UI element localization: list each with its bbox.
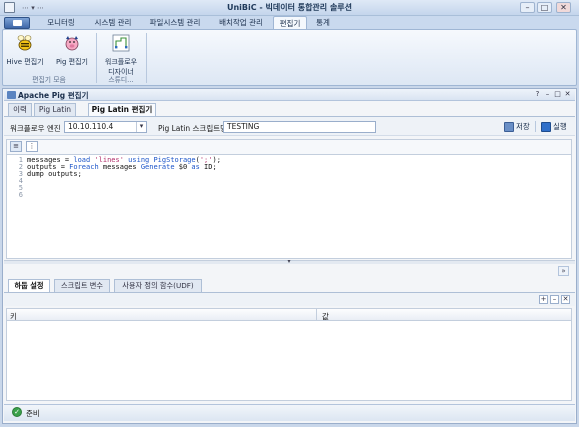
tab-statistics[interactable]: 통계 — [310, 16, 336, 30]
column-divider[interactable] — [316, 309, 317, 320]
tab-history[interactable]: 이력 — [8, 103, 32, 116]
save-label: 저장 — [516, 122, 530, 131]
code-line[interactable]: dump outputs; — [27, 171, 221, 178]
tab-pig-latin-editor[interactable]: Pig Latin 편집기 — [88, 103, 156, 116]
document-header — [4, 89, 575, 101]
add-row-button[interactable]: + — [539, 295, 548, 304]
tab-pig-latin[interactable]: Pig Latin — [34, 103, 76, 116]
collapse-panel-icon[interactable]: » — [558, 266, 569, 276]
code-text: messages — [98, 163, 141, 171]
tab-udf[interactable]: 사용자 정의 함수(UDF) — [114, 279, 202, 292]
tab-filesystem-management[interactable]: 파일시스템 관리 — [142, 16, 208, 30]
remove-row-button[interactable]: – — [550, 295, 559, 304]
chevron-down-icon[interactable]: ▾ — [136, 122, 146, 132]
grid-header — [6, 308, 572, 321]
toolbar-separator — [535, 121, 536, 132]
editor-toolbar — [6, 139, 572, 154]
line-numbers-icon[interactable]: ⋮ — [26, 141, 38, 152]
maximize-button[interactable]: □ — [537, 2, 552, 13]
script-name-label: Pig Latin 스크립트명 — [158, 124, 228, 133]
close-doc-icon[interactable]: ✕ — [563, 90, 572, 99]
format-icon[interactable]: ≡ — [10, 141, 22, 152]
tab-monitoring[interactable]: 모니터링 — [38, 16, 84, 30]
workflow-diagram-icon — [112, 34, 130, 52]
workflow-designer-button[interactable]: 워크플로우 디자이너 — [99, 33, 143, 76]
code-text: ID; — [199, 163, 217, 171]
code-content[interactable]: messages = load 'lines' using PigStorage… — [27, 157, 221, 199]
code-text: dump outputs; — [27, 170, 82, 178]
code-line[interactable] — [27, 178, 221, 185]
minimize-doc-icon[interactable]: – — [543, 90, 552, 99]
tab-script-variables[interactable]: 스크립트 변수 — [54, 279, 110, 292]
status-bar — [4, 404, 575, 421]
group-label-studio: 스튜디... — [108, 76, 134, 84]
workflow-designer-label-1: 워크플로우 — [104, 58, 138, 66]
engine-label: 워크플로우 엔진 — [10, 124, 61, 133]
code-text: $0 — [174, 163, 192, 171]
code-keyword: Generate — [140, 163, 175, 171]
line-number-gutter: 123456 — [7, 157, 23, 199]
pig-icon — [65, 36, 79, 51]
line-number: 6 — [18, 191, 23, 199]
group-label-editors: 편집기 모음 — [32, 76, 66, 84]
hive-bee-icon — [17, 35, 32, 51]
save-icon — [504, 122, 514, 132]
code-line[interactable] — [27, 192, 221, 199]
tab-batch-management[interactable]: 배치작업 관리 — [212, 16, 270, 30]
engine-select[interactable]: 10.10.110.4 — [64, 121, 147, 133]
ribbon-group-separator — [96, 33, 97, 83]
splitter-grip-icon[interactable]: ▾ — [286, 259, 292, 265]
status-text: 준비 — [26, 409, 40, 418]
code-keyword: as — [191, 163, 200, 171]
hive-editor-button[interactable]: Hive 편집기 — [5, 33, 45, 70]
pig-editor-label: Pig 편집기 — [55, 58, 88, 66]
minimize-button[interactable]: – — [520, 2, 535, 13]
script-name-input[interactable]: TESTING — [223, 121, 376, 133]
tab-editor[interactable]: 편집기 — [273, 16, 307, 30]
code-editor[interactable]: 123456 messages = load 'lines' using Pig… — [6, 154, 572, 259]
save-button[interactable]: 저장 — [504, 121, 530, 132]
tab-system-management[interactable]: 시스템 관리 — [88, 16, 138, 30]
file-menu-button[interactable] — [4, 17, 30, 29]
tab-hadoop-settings[interactable]: 하둡 설정 — [8, 279, 50, 292]
grid-toolbar — [4, 292, 575, 306]
close-button[interactable]: ✕ — [556, 2, 571, 13]
run-button[interactable]: 실행 — [541, 121, 567, 132]
help-icon[interactable]: ? — [533, 90, 542, 99]
document-title: Apache Pig 편집기 — [18, 91, 89, 100]
window-title: UniBiC - 빅데이터 통합관리 솔루션 — [226, 3, 353, 12]
maximize-doc-icon[interactable]: □ — [553, 90, 562, 99]
settings-grid[interactable] — [6, 321, 572, 401]
ready-check-icon: ✓ — [12, 407, 22, 417]
hive-editor-label: Hive 편집기 — [6, 58, 44, 66]
pig-editor-button[interactable]: Pig 편집기 — [52, 33, 92, 70]
ribbon-group-separator — [146, 33, 147, 83]
clear-rows-button[interactable]: ✕ — [561, 295, 570, 304]
document-icon — [7, 91, 16, 99]
code-line[interactable] — [27, 185, 221, 192]
run-label: 실행 — [553, 122, 567, 131]
run-icon — [541, 122, 551, 132]
